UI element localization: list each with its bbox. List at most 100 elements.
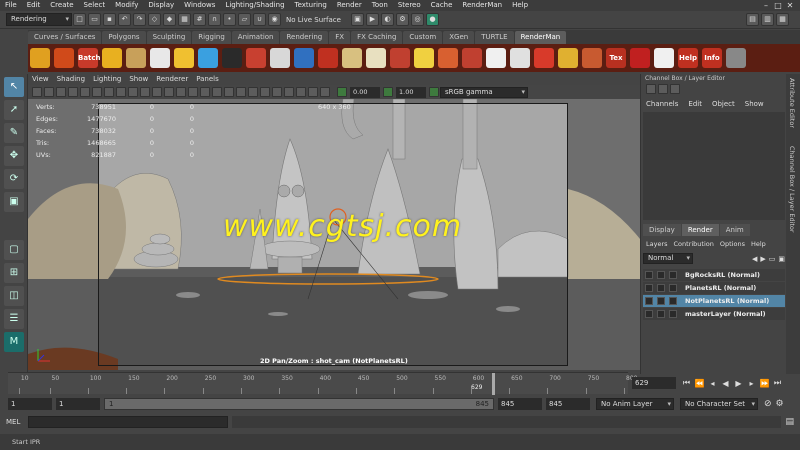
safe-action-icon[interactable] [140,87,150,97]
channel-box-menu-show[interactable]: Show [740,98,769,110]
layer-menu-options[interactable]: Options [717,238,748,250]
go-to-start-icon[interactable]: ⏮ [680,378,693,388]
lights-icon[interactable] [212,87,222,97]
hypershade-icon[interactable]: ◎ [411,13,424,26]
snap-grid-icon[interactable]: # [193,13,206,26]
command-input[interactable] [28,416,228,428]
anti-aliasing-icon[interactable] [260,87,270,97]
lasso-tool-icon[interactable]: ➚ [4,100,24,120]
exposure-icon[interactable] [337,87,347,97]
shelf-tab-sculpting[interactable]: Sculpting [146,30,192,44]
blend-mode-dropdown[interactable]: Normal [643,253,693,264]
play-forward-icon[interactable]: ▶ [732,379,745,388]
magnet-icon[interactable]: ∪ [253,13,266,26]
shelf-tool-icon[interactable] [246,48,266,68]
toggle-tool-settings-icon[interactable]: ▥ [761,13,774,26]
step-back-frame-icon[interactable]: ◂ [706,379,719,388]
menu-renderman[interactable]: RenderMan [457,0,507,11]
mel-label[interactable]: MEL [0,418,28,426]
smooth-shade-icon[interactable] [176,87,186,97]
layer-menu-help[interactable]: Help [748,238,769,250]
menu-render[interactable]: Render [332,0,367,11]
shelf-tool-icon[interactable] [174,48,194,68]
select-tool-icon[interactable]: ↖ [4,77,24,97]
new-scene-icon[interactable]: □ [73,13,86,26]
shelf-tool-icon[interactable] [558,48,578,68]
wireframe-icon[interactable] [164,87,174,97]
viewport-menu-view[interactable]: View [28,74,53,85]
shelf-tool-icon[interactable] [54,48,74,68]
recycle-toggle-icon[interactable] [657,297,665,305]
textured-icon[interactable] [200,87,210,97]
channel-box-menu-edit[interactable]: Edit [683,98,707,110]
playback-end-field[interactable]: 845 [498,398,542,410]
select-camera-icon[interactable] [32,87,42,97]
xray-components-icon[interactable] [320,87,330,97]
step-forward-frame-icon[interactable]: ▸ [745,379,758,388]
shelf-tab-xgen[interactable]: XGen [443,30,475,44]
menu-modify[interactable]: Modify [110,0,143,11]
viewport-menu-show[interactable]: Show [125,74,152,85]
playback-start-field[interactable]: 1 [56,398,100,410]
animation-end-field[interactable]: 845 [546,398,590,410]
move-tool-icon[interactable]: ✥ [4,146,24,166]
depth-of-field-icon[interactable] [272,87,282,97]
shelf-tab-fx[interactable]: FX [329,30,351,44]
menu-texturing[interactable]: Texturing [290,0,332,11]
menu-display[interactable]: Display [143,0,179,11]
layer-options-icon[interactable] [669,310,677,318]
recycle-toggle-icon[interactable] [657,271,665,279]
shelf-tool-icon[interactable] [150,48,170,68]
xray-icon[interactable] [296,87,306,97]
step-forward-key-icon[interactable]: ⏩ [758,379,771,388]
shelf-tab-custom[interactable]: Custom [403,30,443,44]
layout-four-icon[interactable]: ⊞ [4,263,24,283]
range-slider[interactable]: 1 845 [104,398,494,410]
layer-options-icon[interactable] [669,271,677,279]
menu-toon[interactable]: Toon [367,0,393,11]
close-icon[interactable]: ✕ [784,1,796,10]
channels-icon[interactable] [646,84,656,94]
gamma-icon[interactable] [383,87,393,97]
menu-file[interactable]: File [0,0,22,11]
auto-key-icon[interactable]: ⊘ [764,399,772,409]
exposure-field[interactable]: 0.00 [350,86,380,98]
isolate-select-icon[interactable] [284,87,294,97]
channel-box-area[interactable] [643,112,785,220]
save-scene-icon[interactable]: ▪ [103,13,116,26]
shelf-tool-icon[interactable] [438,48,458,68]
scale-tool-icon[interactable]: ▣ [4,192,24,212]
layer-menu-contribution[interactable]: Contribution [671,238,717,250]
script-editor-icon[interactable]: ▤ [785,417,794,427]
shelf-tool-icon[interactable] [342,48,362,68]
menu-lighting-shading[interactable]: Lighting/Shading [220,0,289,11]
shelf-tool-icon[interactable]: Info [702,48,722,68]
bookmark-icon[interactable] [56,87,66,97]
layout-outliner-icon[interactable]: ☰ [4,309,24,329]
camera-attributes-icon[interactable] [44,87,54,97]
shelf-tab-fx-caching[interactable]: FX Caching [351,30,403,44]
wireframe-on-shaded-icon[interactable] [188,87,198,97]
play-backward-icon[interactable]: ◀ [719,379,732,388]
rotate-tool-icon[interactable]: ⟳ [4,169,24,189]
new-layer-selected-icon[interactable]: ▣ [778,255,785,263]
safe-title-icon[interactable] [152,87,162,97]
viewport-panel[interactable]: Verts: 738951 0 0 Edges: 1477670 0 0 Faces: 73803… [28,99,640,370]
toggle-attribute-editor-icon[interactable]: ▤ [746,13,759,26]
attribute-editor-tab[interactable]: Attribute Editor [788,78,796,128]
viewport-menu-lighting[interactable]: Lighting [89,74,125,85]
open-scene-icon[interactable]: ▭ [88,13,101,26]
shelf-tool-icon[interactable] [270,48,290,68]
step-back-key-icon[interactable]: ⏪ [693,379,706,388]
shelf-tool-icon[interactable] [198,48,218,68]
shelf-tab-polygons[interactable]: Polygons [102,30,146,44]
anim-prefs-icon[interactable]: ⚙ [776,399,784,409]
menu-stereo[interactable]: Stereo [393,0,426,11]
layer-options-icon[interactable] [669,297,677,305]
shelf-tool-icon[interactable] [534,48,554,68]
channel-box-menu-channels[interactable]: Channels [641,98,683,110]
redo-icon[interactable]: ↷ [133,13,146,26]
ipr-render-icon[interactable]: ◐ [381,13,394,26]
snap-curve-icon[interactable]: ∩ [208,13,221,26]
time-slider[interactable]: 629 10 50 100 150 200 250 300 350 400 450 500 550 60… [8,372,637,395]
